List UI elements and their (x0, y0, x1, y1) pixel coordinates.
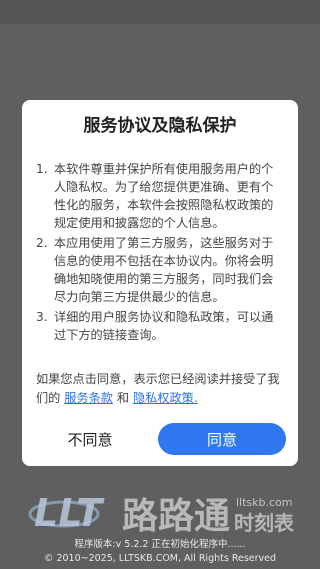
service-terms-link[interactable]: 服务条款 (64, 391, 113, 405)
privacy-dialog: 服务协议及隐私保护 1. 本软件尊重并保护所有使用服务用户的个人隐私权。为了给您… (22, 100, 298, 466)
logo-suffix: 时刻表 (234, 511, 295, 535)
terms-list: 1. 本软件尊重并保护所有使用服务用户的个人隐私权。为了给您提供更准确、更有个性… (36, 160, 284, 344)
list-item: 3. 详细的用户服务协议和隐私政策，可以通过下方的链接查询。 (36, 308, 284, 344)
term-number: 3. (36, 310, 48, 324)
list-item: 2. 本应用使用了第三方服务，这些服务对于信息的使用不包括在本协议内。你将会明确… (36, 234, 284, 306)
logo-site: lltskb.com (236, 496, 293, 509)
dialog-buttons: 不同意 同意 (22, 422, 298, 456)
app-logo: LLT 路路通 lltskb.com 时刻表 (28, 491, 295, 537)
dialog-title: 服务协议及隐私保护 (83, 116, 237, 136)
disagree-button[interactable]: 不同意 (22, 429, 158, 450)
term-text: 本软件尊重并保护所有使用服务用户的个人隐私权。为了给您提供更准确、更有个性化的服… (54, 162, 274, 230)
agree-button[interactable]: 同意 (158, 423, 286, 455)
list-item: 1. 本软件尊重并保护所有使用服务用户的个人隐私权。为了给您提供更准确、更有个性… (36, 160, 284, 232)
logo-letters: LLT (34, 491, 105, 535)
term-number: 1. (36, 162, 48, 176)
consent-and: 和 (113, 391, 133, 405)
privacy-policy-link[interactable]: 隐私权政策. (133, 391, 198, 405)
term-text: 本应用使用了第三方服务，这些服务对于信息的使用不包括在本协议内。你将会明确地知晓… (54, 236, 274, 304)
consent-statement: 如果您点击同意，表示您已经阅读并接受了我们的 服务条款 和 隐私权政策. (36, 370, 286, 408)
status-bar (0, 0, 320, 24)
version-text: 程序版本:v 5.2.2 正在初始化程序中...... (74, 539, 246, 550)
term-number: 2. (36, 236, 48, 250)
copyright-text: © 2010~2025, LLTSKB.COM, All Rights Rese… (43, 553, 277, 564)
term-text: 详细的用户服务协议和隐私政策，可以通过下方的链接查询。 (54, 310, 274, 342)
logo-brand: 路路通 (122, 496, 230, 537)
